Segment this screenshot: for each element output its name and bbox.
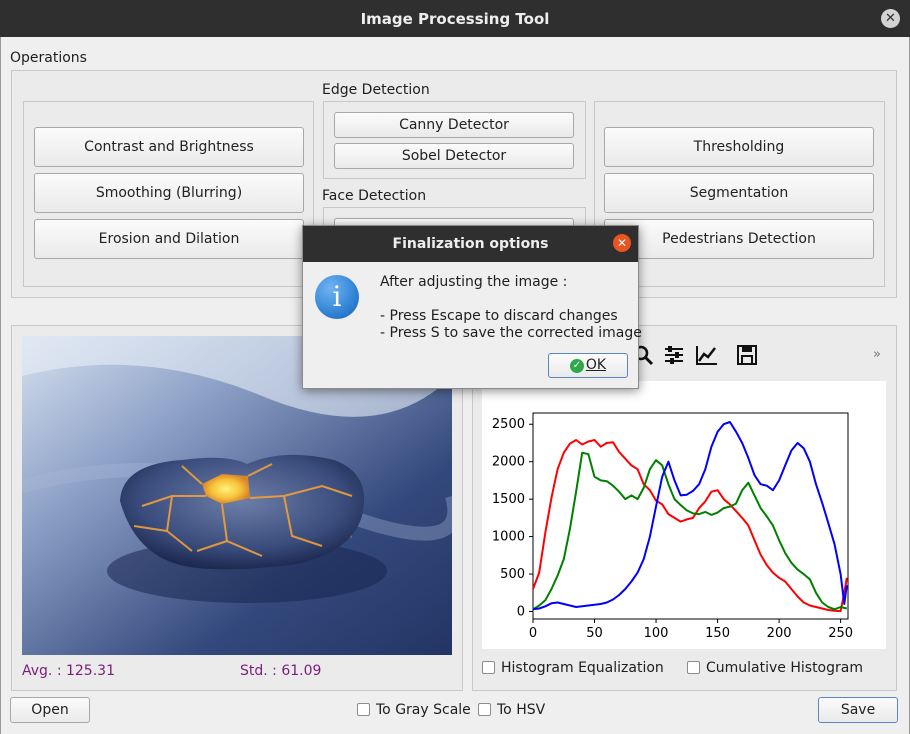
thresholding-button[interactable]: Thresholding (604, 127, 874, 167)
gray-scale-label: To Gray Scale (376, 702, 471, 718)
erosion-dilation-button[interactable]: Erosion and Dilation (34, 219, 304, 259)
x-tick-label: 100 (644, 626, 669, 641)
face-detection-label: Face Detection (322, 188, 427, 204)
x-tick-label: 250 (828, 626, 853, 641)
save-button[interactable]: Save (818, 697, 898, 723)
dialog-line-2: - Press S to save the corrected image (380, 325, 642, 341)
cumulative-histogram-label: Cumulative Histogram (706, 660, 863, 676)
open-button[interactable]: Open (10, 697, 90, 723)
histogram-chart: 0 500 1000 1500 2000 2500 0 50 100 150 200 250 (492, 412, 853, 641)
series-line-2 (532, 421, 848, 611)
smoothing-button[interactable]: Smoothing (Blurring) (34, 173, 304, 213)
information-icon: i (315, 275, 359, 319)
x-tick-label: 0 (529, 626, 537, 641)
window-title: Image Processing Tool (360, 10, 550, 28)
cumulative-histogram-checkbox[interactable] (687, 661, 700, 674)
segmentation-button[interactable]: Segmentation (604, 173, 874, 213)
configure-subplots-icon[interactable] (663, 344, 685, 366)
average-value: Avg. : 125.31 (22, 663, 115, 679)
y-tick-label: 1500 (492, 492, 525, 507)
save-figure-icon[interactable] (736, 344, 758, 366)
pedestrians-detection-button[interactable]: Pedestrians Detection (604, 219, 874, 259)
finalization-dialog: Finalization options ✕ i After adjusting… (302, 225, 642, 389)
series-line-1 (532, 451, 848, 611)
x-tick-label: 150 (705, 626, 730, 641)
ok-label: OK (585, 357, 607, 373)
toolbar-overflow-button[interactable]: » (873, 347, 881, 362)
ok-button[interactable]: ✓ OK (548, 353, 628, 378)
dialog-title: Finalization options (392, 236, 549, 252)
std-value: Std. : 61.09 (240, 663, 322, 679)
operations-label: Operations (10, 50, 87, 66)
dialog-heading: After adjusting the image : (380, 274, 568, 290)
window-titlebar: Image Processing Tool (0, 0, 910, 37)
hsv-checkbox[interactable] (478, 703, 491, 716)
canny-detector-button[interactable]: Canny Detector (334, 112, 574, 138)
edit-axes-icon[interactable] (695, 344, 719, 366)
histogram-equalization-checkbox[interactable] (482, 661, 495, 674)
sobel-detector-button[interactable]: Sobel Detector (334, 143, 574, 169)
y-tick-label: 2000 (492, 455, 525, 470)
dialog-titlebar: Finalization options (303, 226, 638, 262)
edge-detection-label: Edge Detection (322, 82, 430, 98)
window-close-button[interactable]: ✕ (881, 9, 900, 28)
y-tick-label: 500 (500, 567, 525, 582)
dialog-close-button[interactable]: ✕ (613, 234, 631, 252)
histogram-equalization-label: Histogram Equalization (501, 660, 664, 676)
x-tick-label: 200 (767, 626, 792, 641)
gray-scale-checkbox[interactable] (357, 703, 370, 716)
contrast-brightness-button[interactable]: Contrast and Brightness (34, 127, 304, 167)
y-tick-label: 2500 (492, 417, 525, 432)
hsv-label: To HSV (497, 702, 546, 718)
dialog-line-1: - Press Escape to discard changes (380, 308, 618, 324)
check-icon: ✓ (569, 358, 584, 373)
x-tick-label: 50 (586, 626, 603, 641)
y-tick-label: 1000 (492, 530, 525, 545)
y-tick-label: 0 (517, 605, 525, 620)
